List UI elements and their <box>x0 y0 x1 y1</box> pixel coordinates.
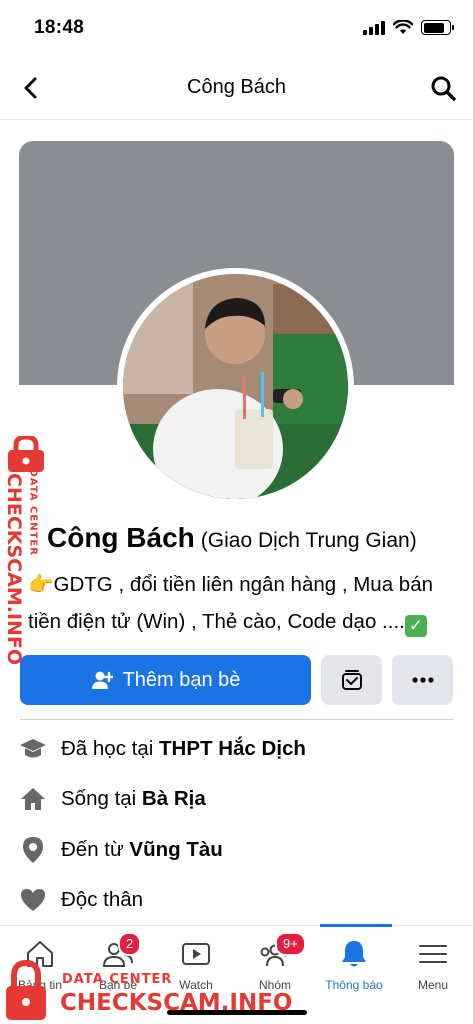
profile-name: Công Bách <box>47 522 195 553</box>
status-bar: 18:48 <box>0 0 473 56</box>
info-value-city: Bà Rịa <box>141 787 206 810</box>
tab-label-menu: Menu <box>417 978 449 992</box>
education-cap-icon <box>18 734 48 764</box>
profile-bio: 👉GDTG , đổi tiền liên ngân hàng , Mua bá… <box>28 566 458 640</box>
bio-text: GDTG , đổi tiền liên ngân hàng , Mua bán… <box>28 573 434 633</box>
side-watermark: CHECKSCAM.INFO DATA CENTER <box>0 436 52 666</box>
watermark-sub: DATA CENTER <box>62 972 173 987</box>
info-value-school: THPT Hắc Dịch <box>159 737 306 760</box>
avatar-photo <box>123 274 348 499</box>
section-divider <box>20 719 453 720</box>
tab-notifications[interactable]: Thông báo <box>314 926 394 1006</box>
friends-badge: 2 <box>118 932 142 956</box>
cellular-signal-icon <box>363 20 385 35</box>
heart-icon <box>18 885 48 915</box>
more-dots-icon <box>411 677 434 683</box>
watermark-brand-vertical: CHECKSCAM.INFO <box>3 473 25 666</box>
info-prefix: Sống tại <box>61 787 142 810</box>
search-icon[interactable] <box>429 74 457 102</box>
menu-icon <box>419 945 447 963</box>
profile-avatar[interactable] <box>117 268 354 505</box>
info-row-education[interactable]: Đã học tại THPT Hắc Dịch <box>18 729 458 769</box>
info-value-hometown: Vũng Tàu <box>129 838 223 861</box>
lock-icon <box>8 436 44 472</box>
tab-menu[interactable]: Menu <box>393 926 473 1006</box>
wifi-icon <box>393 20 413 34</box>
info-row-relationship[interactable]: Độc thân <box>18 880 458 920</box>
bottom-watermark: DATA CENTER CHECKSCAM.INFO <box>0 958 300 1024</box>
message-button[interactable] <box>321 655 382 705</box>
avatar-illustration <box>123 274 348 499</box>
info-relationship-text: Độc thân <box>61 888 144 911</box>
profile-alt-name: (Giao Dịch Trung Gian) <box>200 529 417 552</box>
tab-label-notifications: Thông báo <box>325 978 383 992</box>
info-row-lives-in[interactable]: Sống tại Bà Rịa <box>18 779 458 819</box>
watermark-sub-vertical: DATA CENTER <box>27 468 39 556</box>
add-friend-label: Thêm bạn bè <box>122 668 241 691</box>
page-title: Công Bách <box>187 76 286 98</box>
more-options-button[interactable] <box>392 655 453 705</box>
info-row-from[interactable]: Đến từ Vũng Tàu <box>18 830 458 870</box>
check-mark-icon: ✓ <box>404 615 427 637</box>
info-prefix: Đến từ <box>61 838 130 861</box>
home-icon <box>18 784 48 814</box>
battery-icon <box>421 20 454 35</box>
info-prefix: Đã học tại <box>61 737 159 760</box>
status-icons <box>363 20 454 35</box>
watermark-brand: CHECKSCAM.INFO <box>60 990 293 1016</box>
nav-header: Công Bách <box>0 60 473 120</box>
status-time: 18:48 <box>34 17 85 38</box>
add-friend-button[interactable]: Thêm bạn bè <box>20 655 311 705</box>
location-pin-icon <box>18 835 48 865</box>
lock-icon <box>6 960 46 1020</box>
message-box-icon <box>341 670 362 690</box>
bell-icon <box>342 941 366 967</box>
groups-badge: 9+ <box>275 932 306 956</box>
add-friend-icon <box>91 671 113 689</box>
profile-name-line: Công Bách (Giao Dịch Trung Gian) <box>47 522 467 554</box>
